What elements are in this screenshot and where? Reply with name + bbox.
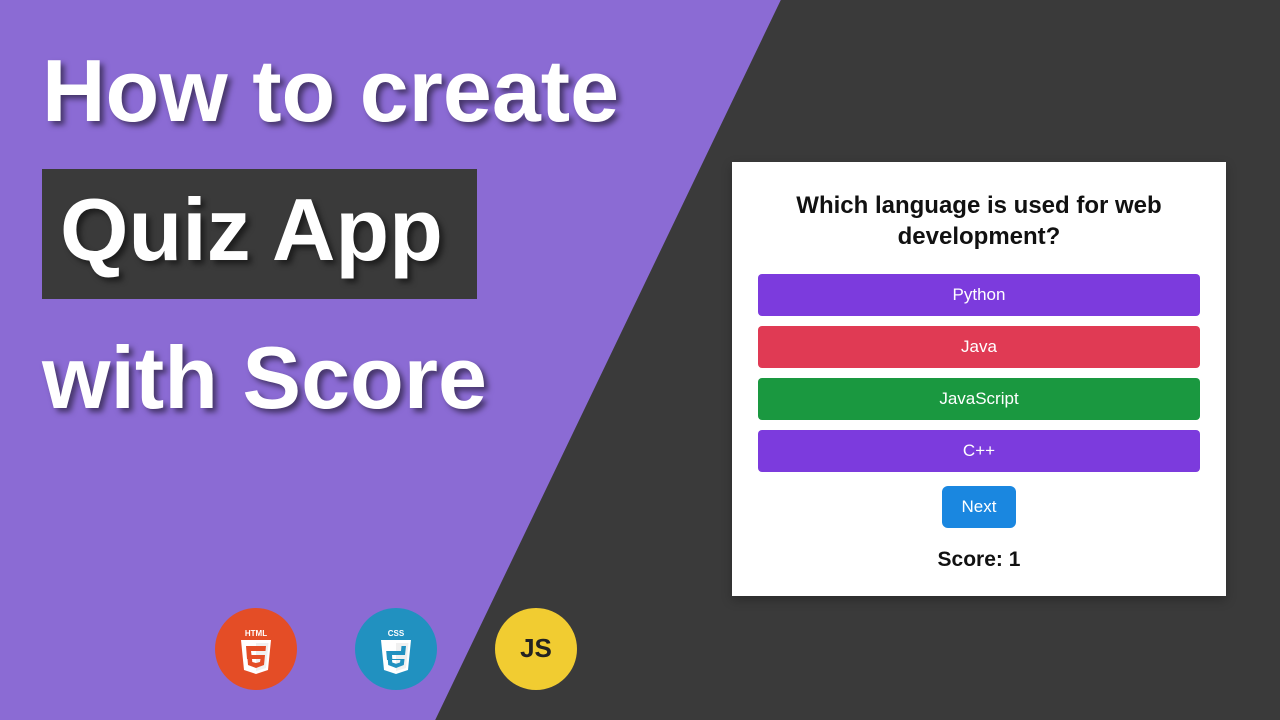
score-label: Score:: [938, 548, 1009, 571]
javascript-icon: JS: [495, 608, 577, 690]
quiz-card: Which language is used for web developme…: [732, 162, 1226, 596]
headline-line-2: Quiz App: [60, 180, 443, 279]
svg-text:HTML: HTML: [245, 629, 267, 638]
quiz-option-4[interactable]: C++: [758, 430, 1200, 472]
headline-highlight-box: Quiz App: [42, 169, 477, 299]
headline: How to create Quiz App with Score: [42, 40, 742, 428]
svg-text:JS: JS: [520, 633, 552, 663]
next-button[interactable]: Next: [942, 486, 1017, 528]
quiz-option-1[interactable]: Python: [758, 274, 1200, 316]
headline-line-3: with Score: [42, 327, 742, 428]
score-display: Score: 1: [758, 548, 1200, 572]
score-value: 1: [1009, 548, 1021, 571]
quiz-option-2[interactable]: Java: [758, 326, 1200, 368]
css3-icon: CSS: [355, 608, 437, 690]
quiz-option-3[interactable]: JavaScript: [758, 378, 1200, 420]
quiz-question: Which language is used for web developme…: [758, 190, 1200, 252]
headline-line-1: How to create: [42, 40, 742, 141]
html5-icon: HTML: [215, 608, 297, 690]
tech-badges: HTML CSS JS: [215, 608, 577, 690]
svg-text:CSS: CSS: [388, 629, 405, 638]
